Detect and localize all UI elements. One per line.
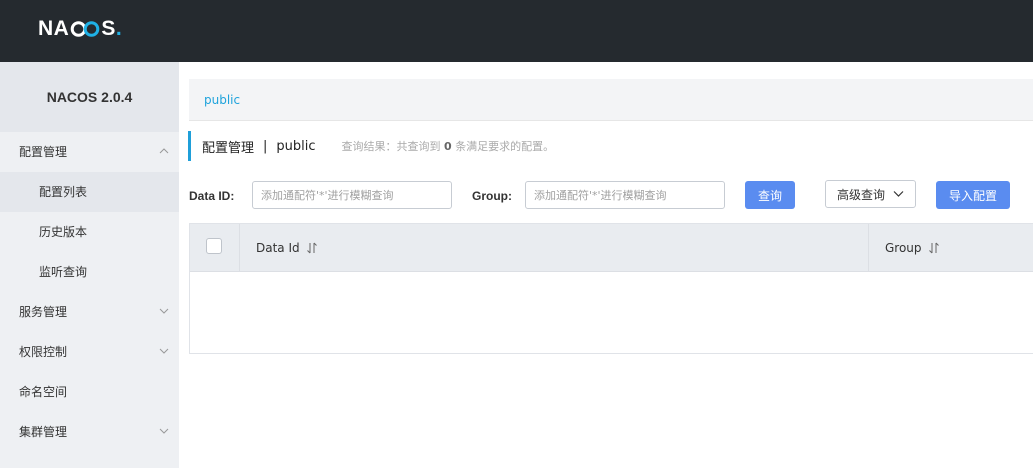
sidebar-item-label: 集群管理 xyxy=(19,425,68,439)
hint-prefix: 查询结果：共查询到 xyxy=(341,140,441,153)
column-header-group[interactable]: Group xyxy=(869,224,1033,272)
search-form: Data ID: Group: 查询 高级查询 导入配置 xyxy=(189,180,1033,211)
import-config-button[interactable]: 导入配置 xyxy=(936,181,1010,209)
chevron-down-icon xyxy=(159,428,169,434)
page-title-text: 配置管理 xyxy=(202,140,255,156)
chevron-down-icon xyxy=(893,191,904,197)
sidebar-item-cluster-management[interactable]: 集群管理 xyxy=(0,412,179,452)
advanced-query-label: 高级查询 xyxy=(836,187,885,202)
logo-infinity-icon xyxy=(70,19,100,39)
config-table: Data Id Group xyxy=(189,223,1033,354)
logo-text-start: NA xyxy=(38,17,70,40)
chevron-down-icon xyxy=(159,308,169,314)
query-result-hint: 查询结果：共查询到 0 条满足要求的配置。 xyxy=(342,138,555,154)
sidebar-item-history[interactable]: 历史版本 xyxy=(0,212,179,252)
hint-suffix: 条满足要求的配置。 xyxy=(455,140,555,153)
page-title: 配置管理 | public 查询结果：共查询到 0 条满足要求的配置。 xyxy=(188,131,554,161)
sort-icon[interactable] xyxy=(928,242,940,254)
sidebar-item-config-list[interactable]: 配置列表 xyxy=(0,172,179,212)
sidebar-item-label: 历史版本 xyxy=(39,225,88,239)
top-bar: NA S . xyxy=(0,0,1033,62)
version-title: NACOS 2.0.4 xyxy=(0,62,179,132)
page-title-namespace: public xyxy=(276,138,316,154)
column-header-dataid[interactable]: Data Id xyxy=(240,224,869,272)
group-label: Group: xyxy=(472,189,512,203)
sidebar-item-namespace[interactable]: 命名空间 xyxy=(0,372,179,412)
group-input[interactable] xyxy=(525,181,725,209)
logo-dot: . xyxy=(115,17,123,40)
namespace-bar: public xyxy=(189,79,1033,121)
column-label: Group xyxy=(885,241,922,255)
sidebar-item-label: 配置管理 xyxy=(19,145,68,159)
sidebar-item-label: 配置列表 xyxy=(39,185,88,199)
select-all-checkbox[interactable] xyxy=(206,238,222,254)
main-content: public 配置管理 | public 查询结果：共查询到 0 条满足要求的配… xyxy=(179,62,1033,468)
sidebar-item-service-management[interactable]: 服务管理 xyxy=(0,292,179,332)
column-label: Data Id xyxy=(256,241,300,255)
sidebar-item-label: 服务管理 xyxy=(19,305,68,319)
dataid-label: Data ID: xyxy=(189,189,235,203)
sidebar-item-listener-query[interactable]: 监听查询 xyxy=(0,252,179,292)
namespace-link-public[interactable]: public xyxy=(204,93,240,107)
sidebar-item-label: 监听查询 xyxy=(39,265,88,279)
chevron-up-icon xyxy=(159,148,169,154)
sidebar-item-label: 命名空间 xyxy=(19,385,68,399)
table-header: Data Id Group xyxy=(190,224,1033,272)
logo-text-end: S xyxy=(101,17,116,40)
nacos-logo[interactable]: NA S . xyxy=(38,17,122,41)
sidebar-item-access-control[interactable]: 权限控制 xyxy=(0,332,179,372)
result-count: 0 xyxy=(444,140,452,153)
dataid-input[interactable] xyxy=(252,181,452,209)
query-button[interactable]: 查询 xyxy=(745,181,795,209)
sidebar-item-label: 权限控制 xyxy=(19,345,68,359)
chevron-down-icon xyxy=(159,348,169,354)
sidebar-item-config-management[interactable]: 配置管理 xyxy=(0,132,179,172)
advanced-query-button[interactable]: 高级查询 xyxy=(825,180,916,208)
sidebar: NACOS 2.0.4 配置管理 配置列表 历史版本 监听查询 服务管理 权限控… xyxy=(0,62,179,468)
page-title-separator: | xyxy=(263,138,268,154)
select-all-cell xyxy=(190,224,240,272)
sort-icon[interactable] xyxy=(306,242,318,254)
